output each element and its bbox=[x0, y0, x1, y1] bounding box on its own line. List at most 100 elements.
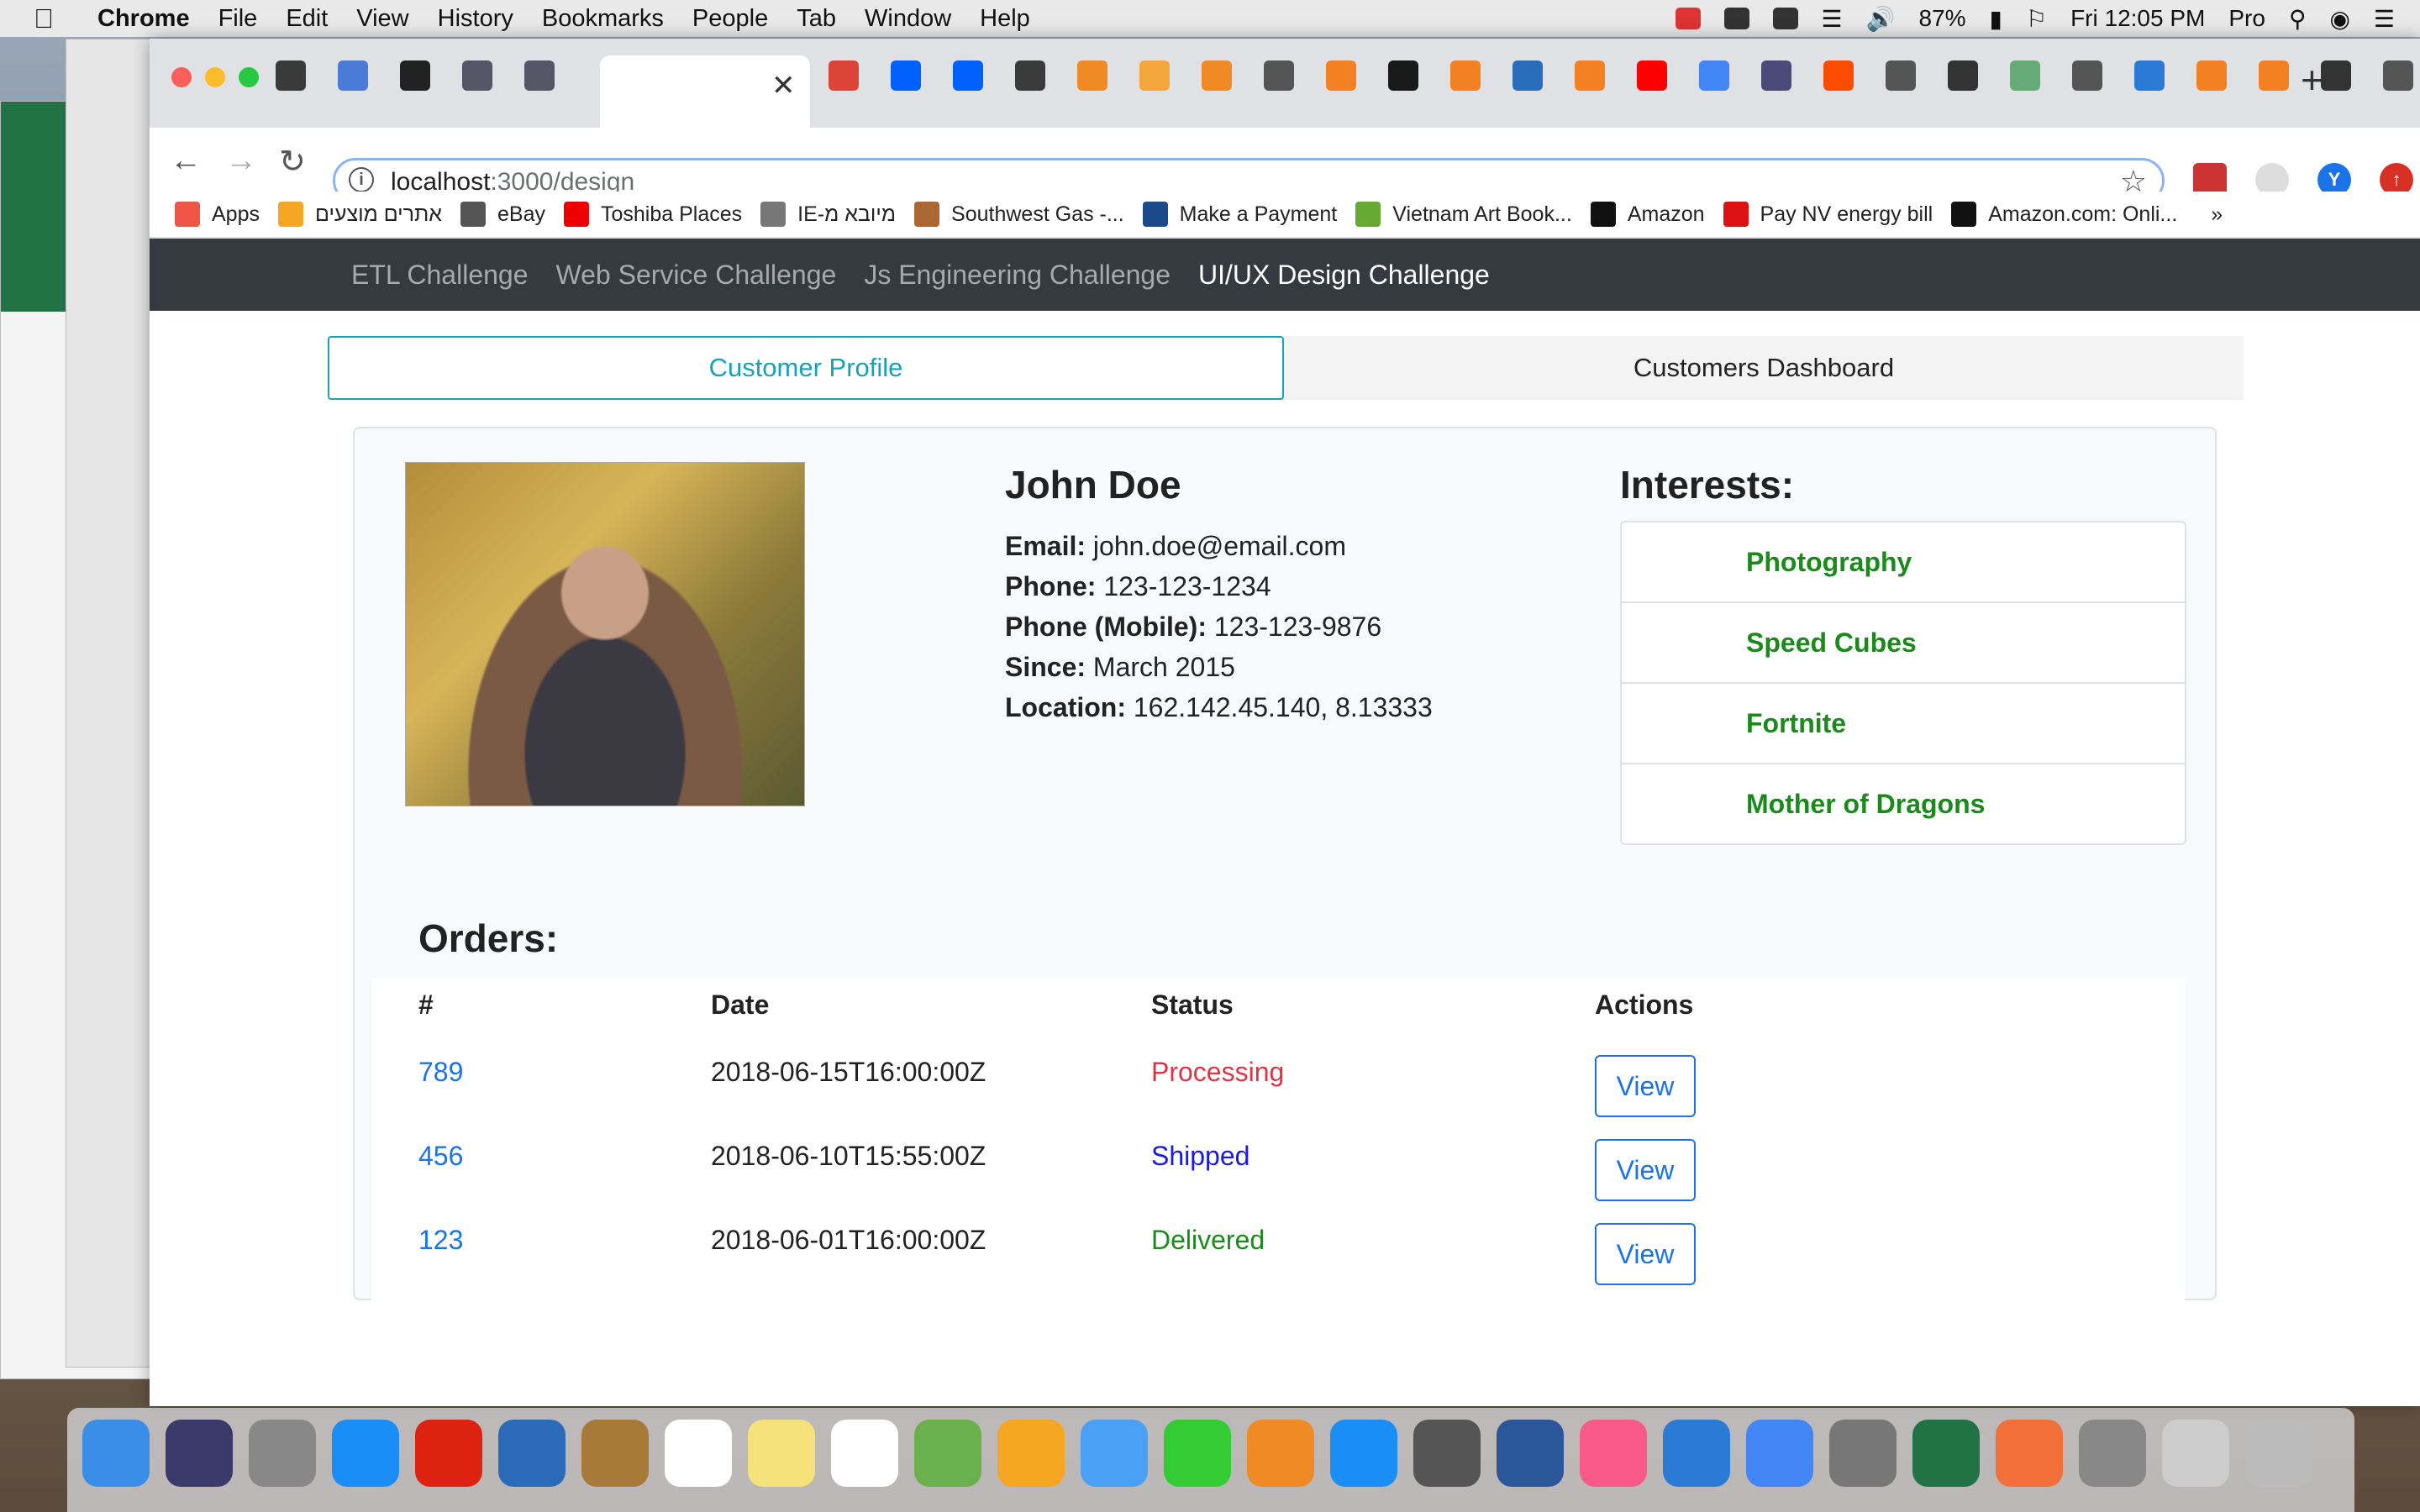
apple-menu-icon[interactable]:  bbox=[34, 3, 54, 34]
bookmark-item[interactable]: IE-מיובא מ bbox=[760, 202, 896, 227]
dock-app-icon[interactable] bbox=[997, 1420, 1065, 1487]
dock-app-icon[interactable] bbox=[2162, 1420, 2229, 1487]
bookmark-item[interactable]: eBay bbox=[460, 202, 545, 227]
tab-favicon-icon[interactable] bbox=[2134, 60, 2165, 91]
menubar-app-name[interactable]: Chrome bbox=[97, 5, 190, 33]
tab-favicon-icon[interactable] bbox=[1388, 60, 1418, 91]
dock-app-icon[interactable] bbox=[82, 1420, 150, 1487]
status-app-icon[interactable] bbox=[1675, 8, 1701, 29]
tab-favicon-icon[interactable] bbox=[1575, 60, 1605, 91]
tab-favicon-icon[interactable] bbox=[1450, 60, 1481, 91]
tab-favicon-icon[interactable] bbox=[1823, 60, 1854, 91]
dock-app-icon[interactable] bbox=[665, 1420, 732, 1487]
close-window-button[interactable] bbox=[171, 67, 192, 87]
menubar-tab[interactable]: Tab bbox=[797, 5, 836, 33]
tab-favicon-icon[interactable] bbox=[1948, 60, 1978, 91]
minimize-window-button[interactable] bbox=[205, 67, 225, 87]
dock-app-icon[interactable] bbox=[2245, 1420, 2312, 1487]
tab-favicon-icon[interactable] bbox=[2383, 60, 2413, 91]
menubar-view[interactable]: View bbox=[356, 5, 408, 33]
dock-app-icon[interactable] bbox=[581, 1420, 649, 1487]
dock-app-icon[interactable] bbox=[1497, 1420, 1564, 1487]
spotlight-search-icon[interactable]: ⚲ bbox=[2289, 5, 2307, 33]
bookmark-item[interactable]: Vietnam Art Book... bbox=[1355, 202, 1572, 227]
tab-favicon-icon[interactable] bbox=[1886, 60, 1916, 91]
order-number-link[interactable]: 456 bbox=[418, 1141, 463, 1172]
battery-icon[interactable]: ▮ bbox=[1990, 5, 2002, 33]
dock-app-icon[interactable] bbox=[748, 1420, 815, 1487]
dock-app-icon[interactable] bbox=[1912, 1420, 1980, 1487]
dock-app-icon[interactable] bbox=[831, 1420, 898, 1487]
dock-app-icon[interactable] bbox=[1746, 1420, 1813, 1487]
view-order-button[interactable]: View bbox=[1595, 1223, 1696, 1285]
dock-app-icon[interactable] bbox=[1081, 1420, 1148, 1487]
tab-favicon-icon[interactable] bbox=[462, 60, 492, 91]
user-name[interactable]: Pro bbox=[2228, 5, 2265, 32]
tab-favicon-icon[interactable] bbox=[2259, 60, 2289, 91]
battery-percent[interactable]: 87% bbox=[1919, 5, 1966, 32]
tab-customers-dashboard[interactable]: Customers Dashboard bbox=[1284, 336, 2244, 400]
clock[interactable]: Fri 12:05 PM bbox=[2070, 5, 2205, 32]
order-number-link[interactable]: 123 bbox=[418, 1225, 463, 1256]
dock-app-icon[interactable] bbox=[1164, 1420, 1231, 1487]
back-arrow-icon[interactable]: ← bbox=[170, 143, 202, 179]
dock-app-icon[interactable] bbox=[1330, 1420, 1397, 1487]
tab-customer-profile[interactable]: Customer Profile bbox=[328, 336, 1284, 400]
notification-center-icon[interactable]: ☰ bbox=[2374, 5, 2395, 33]
bookmark-item[interactable]: Amazon.com: Onli... bbox=[1951, 202, 2177, 227]
bookmark-item[interactable]: Pay NV energy bill bbox=[1723, 202, 1933, 227]
menubar-help[interactable]: Help bbox=[980, 5, 1030, 33]
tab-favicon-icon[interactable] bbox=[2196, 60, 2227, 91]
cloud-icon[interactable] bbox=[1772, 8, 1798, 29]
tab-favicon-icon[interactable] bbox=[953, 60, 983, 91]
tab-favicon-icon[interactable] bbox=[276, 60, 306, 91]
evernote-icon[interactable] bbox=[1723, 8, 1749, 29]
tab-favicon-icon[interactable] bbox=[891, 60, 921, 91]
dock-app-icon[interactable] bbox=[498, 1420, 566, 1487]
menubar-file[interactable]: File bbox=[218, 5, 258, 33]
nav-uiux-design-challenge[interactable]: UI/UX Design Challenge bbox=[1198, 260, 1490, 291]
menubar-bookmarks[interactable]: Bookmarks bbox=[542, 5, 664, 33]
dock-app-icon[interactable] bbox=[1247, 1420, 1314, 1487]
tab-favicon-icon[interactable] bbox=[1015, 60, 1045, 91]
bookmark-item[interactable]: Toshiba Places bbox=[563, 202, 742, 227]
tab-favicon-icon[interactable] bbox=[587, 60, 797, 91]
bookmark-item[interactable]: Make a Payment bbox=[1142, 202, 1337, 227]
bookmark-item[interactable]: Southwest Gas -... bbox=[914, 202, 1124, 227]
tab-favicon-icon[interactable] bbox=[2010, 60, 2040, 91]
menubar-edit[interactable]: Edit bbox=[286, 5, 328, 33]
maximize-window-button[interactable] bbox=[239, 67, 259, 87]
tab-favicon-icon[interactable] bbox=[1264, 60, 1294, 91]
nav-js-engineering-challenge[interactable]: Js Engineering Challenge bbox=[864, 260, 1171, 291]
nav-web-service-challenge[interactable]: Web Service Challenge bbox=[556, 260, 837, 291]
dock-app-icon[interactable] bbox=[1829, 1420, 1897, 1487]
forward-arrow-icon[interactable]: → bbox=[225, 143, 257, 179]
dock-app-icon[interactable] bbox=[415, 1420, 482, 1487]
dock-app-icon[interactable] bbox=[2079, 1420, 2146, 1487]
tab-favicon-icon[interactable] bbox=[1326, 60, 1356, 91]
site-info-icon[interactable]: i bbox=[349, 167, 374, 192]
dock-app-icon[interactable] bbox=[332, 1420, 399, 1487]
order-number-link[interactable]: 789 bbox=[418, 1057, 463, 1088]
tab-favicon-icon[interactable] bbox=[338, 60, 368, 91]
wifi-icon[interactable]: ☰ bbox=[1822, 5, 1843, 33]
dock-app-icon[interactable] bbox=[1580, 1420, 1647, 1487]
new-tab-button[interactable]: + bbox=[2301, 57, 2323, 102]
tab-favicon-icon[interactable] bbox=[1139, 60, 1170, 91]
view-order-button[interactable]: View bbox=[1595, 1055, 1696, 1117]
tab-favicon-icon[interactable] bbox=[400, 60, 430, 91]
menubar-window[interactable]: Window bbox=[865, 5, 951, 33]
bookmark-item[interactable]: Amazon bbox=[1590, 202, 1705, 227]
tab-favicon-icon[interactable] bbox=[1077, 60, 1107, 91]
siri-icon[interactable]: ◉ bbox=[2329, 5, 2349, 33]
tab-favicon-icon[interactable] bbox=[1761, 60, 1791, 91]
tab-favicon-icon[interactable] bbox=[1699, 60, 1729, 91]
volume-icon[interactable]: 🔊 bbox=[1866, 5, 1896, 33]
bookmark-item[interactable]: אתרים מוצעים bbox=[277, 202, 442, 227]
view-order-button[interactable]: View bbox=[1595, 1139, 1696, 1201]
tab-favicon-icon[interactable] bbox=[1637, 60, 1667, 91]
dock-app-icon[interactable] bbox=[1413, 1420, 1481, 1487]
tab-favicon-icon[interactable] bbox=[1202, 60, 1232, 91]
dock-app-icon[interactable] bbox=[914, 1420, 981, 1487]
tab-favicon-icon[interactable] bbox=[1512, 60, 1543, 91]
